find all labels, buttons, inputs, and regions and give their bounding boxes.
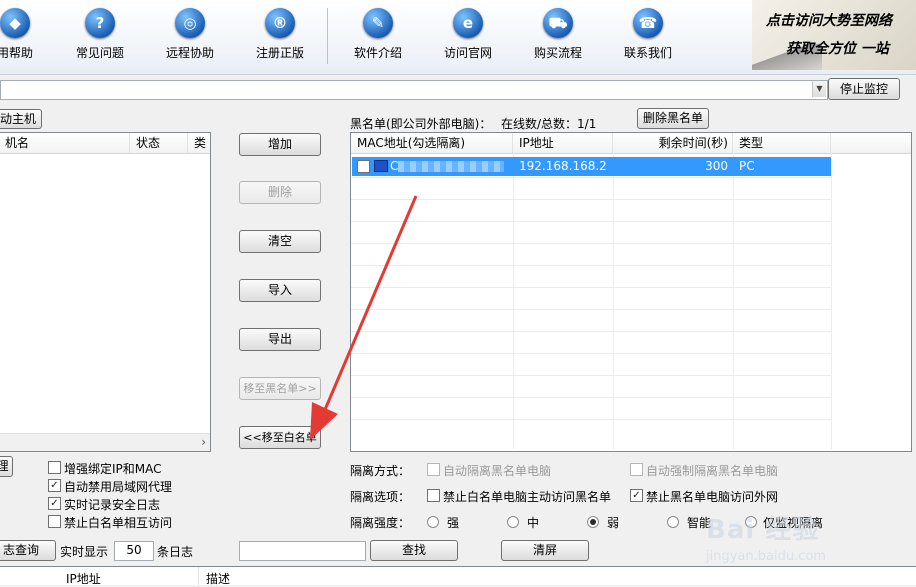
official-site-label: 访问官网 [443,46,492,60]
block-white-to-black-label: 禁止白名单电脑主动访问黑名单 [443,490,612,504]
search-button[interactable]: 查找 [370,540,458,561]
log-suffix-label: 条日志 [157,545,194,559]
force-isolate-checkbox[interactable] [630,463,643,476]
delete-blacklist-button[interactable]: 删除黑名单 [637,108,709,129]
contact-button[interactable]: ☎ 联系我们 [613,8,683,68]
remaining-cell: 300 [705,159,728,173]
block-white-to-black-checkbox[interactable] [427,489,440,502]
col-status[interactable]: 状态 [130,133,188,153]
disable-proxy-label: 自动禁用局域网代理 [64,480,173,494]
telephone-icon: ☎ [633,8,663,38]
security-log-checkbox[interactable]: ✓ [48,497,61,510]
whitelist-isolation-label: 禁止白名单相互访问 [64,516,173,530]
isolation-mode-label: 隔离方式： [350,464,411,478]
online-count: 在线数/总数：1/1 [501,117,597,131]
strength-weak-radio[interactable] [587,516,599,528]
force-isolate-label: 自动强制隔离黑名单电脑 [646,464,779,478]
type-cell: PC [739,159,755,173]
ie-browser-icon: e [453,8,483,38]
col-type[interactable]: 类 [188,133,210,153]
col-hostname[interactable]: 机名 [0,133,130,153]
strength-strong-label: 强 [447,516,460,530]
question-icon: ? [85,8,115,38]
auto-isolate-checkbox[interactable] [427,463,440,476]
graduation-cap-icon: ◆ [0,8,30,38]
faq-label: 常见问题 [75,46,124,60]
shopping-cart-icon: ⛟ [543,8,573,38]
col-mac[interactable]: MAC地址(勾选隔离) [351,133,513,153]
horizontal-scrollbar[interactable]: › [0,433,210,451]
toolbar-separator [327,8,328,64]
promo-banner[interactable]: 点击访问大势至网络 获取全方位 一站 [752,0,916,70]
clear-screen-button[interactable]: 清屏 [501,540,589,561]
log-query-button[interactable]: 志查询 [0,540,56,561]
registered-icon: ® [265,8,295,38]
remote-assist-button[interactable]: ◎ 远程协助 [155,8,225,68]
watermark-brand: Bai 经验 [706,515,820,545]
security-log-label: 实时记录安全日志 [64,498,161,512]
register-label: 注册正版 [255,46,304,60]
col-log-ip[interactable]: IP地址 [66,570,101,587]
software-intro-button[interactable]: ✎ 软件介绍 [343,8,413,68]
chevron-down-icon[interactable]: ▼ [812,81,826,97]
computer-icon [374,160,388,172]
banner-line2: 获取全方位 一站 [786,41,889,57]
stop-monitor-button[interactable]: 停止监控 [828,78,900,100]
whitelist-table[interactable]: 机名 状态 类 › [0,132,211,452]
globe-hand-icon: ◎ [175,8,205,38]
official-site-button[interactable]: e 访问官网 [433,8,503,68]
blacklist-table[interactable]: MAC地址(勾选隔离) IP地址 剩余时间(秒) 类型 [350,132,912,452]
faq-button[interactable]: ? 常见问题 [65,8,135,68]
block-internet-label: 禁止黑名单电脑访问外网 [646,490,779,504]
document-pen-icon: ✎ [363,8,393,38]
strength-weak-label: 弱 [607,516,620,530]
strength-strong-radio[interactable] [427,516,439,528]
whitelist-header: 机名 状态 类 [0,133,210,154]
disable-proxy-checkbox[interactable]: ✓ [48,479,61,492]
table-row[interactable]: C 192.168.168.2 300 PC [352,157,831,176]
col-type[interactable]: 类型 [733,133,831,153]
col-log-desc[interactable]: 描述 [206,570,230,587]
log-count-input[interactable]: 50 [114,541,154,561]
search-input[interactable] [239,541,366,561]
block-internet-checkbox[interactable]: ✓ [630,489,643,502]
strength-medium-label: 中 [527,516,540,530]
ip-cell: 192.168.168.2 [519,159,607,173]
contact-label: 联系我们 [623,46,672,60]
help-button[interactable]: ◆ 用帮助 [0,8,50,68]
manage-button[interactable]: 理 [0,456,13,477]
banner-line1: 点击访问大势至网络 [766,13,892,29]
baidu-watermark: Bai 经验 jingyan.baidu.com [700,505,900,571]
isolate-checkbox[interactable] [357,160,370,173]
blacklist-header: MAC地址(勾选隔离) IP地址 剩余时间(秒) 类型 [351,133,911,154]
mac-blurred [398,161,504,172]
help-label: 用帮助 [0,46,33,60]
strength-smart-radio[interactable] [667,516,679,528]
col-ip[interactable]: IP地址 [513,133,613,153]
remote-assist-label: 远程协助 [165,46,214,60]
bind-ip-mac-label: 增强绑定IP和MAC [64,462,162,476]
purchase-label: 购买流程 [533,46,582,60]
isolation-strength-label: 隔离强度： [350,516,411,530]
strength-medium-radio[interactable] [507,516,519,528]
auto-isolate-label: 自动隔离黑名单电脑 [443,464,552,478]
purchase-button[interactable]: ⛟ 购买流程 [523,8,593,68]
realtime-label: 实时显示 [60,545,109,559]
watermark-url: jingyan.baidu.com [706,549,826,564]
isolation-option-label: 隔离选项： [350,490,411,504]
register-button[interactable]: ® 注册正版 [245,8,315,68]
col-remaining[interactable]: 剩余时间(秒) [613,133,733,153]
add-button[interactable]: 增加 [239,133,321,156]
software-intro-label: 软件介绍 [353,46,402,60]
bind-ip-mac-checkbox[interactable] [48,461,61,474]
whitelist-isolation-checkbox[interactable] [48,515,61,528]
annotation-arrow [310,195,418,440]
host-button[interactable]: 动主机 [0,109,42,129]
adapter-select[interactable] [0,80,828,100]
blacklist-title: 黑名单(即公司外部电脑)： [350,117,492,131]
scroll-right-icon[interactable]: › [201,435,206,449]
